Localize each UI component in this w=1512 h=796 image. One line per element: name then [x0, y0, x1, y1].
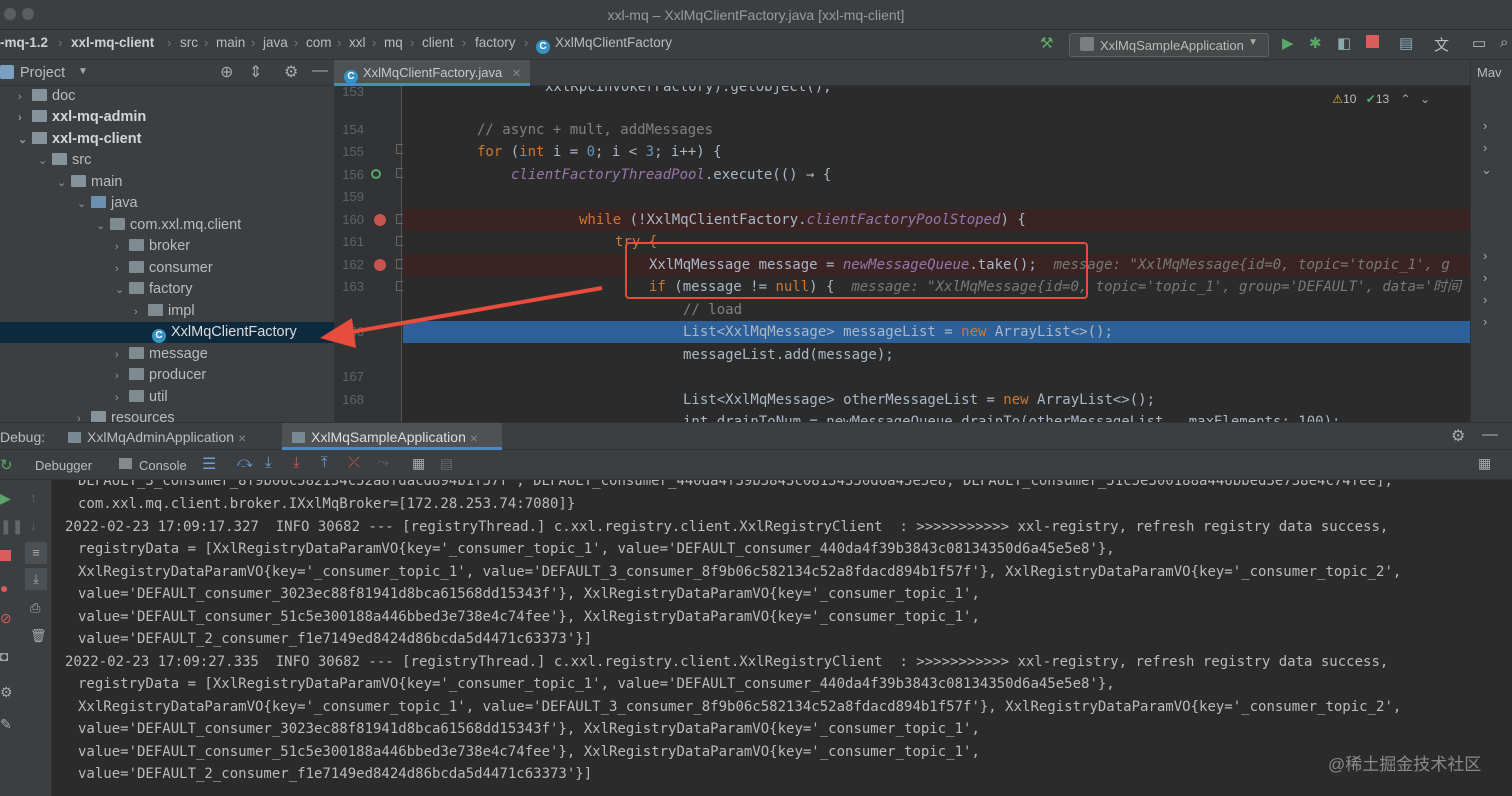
- pin-icon[interactable]: ✎: [0, 716, 12, 733]
- mute-breakpoints-icon[interactable]: ⊘: [0, 610, 12, 627]
- tab-debug-sample[interactable]: XxlMqSampleApplication ✕: [292, 429, 478, 445]
- application-icon: [292, 432, 305, 443]
- print-icon[interactable]: ⎙: [30, 600, 40, 616]
- arrow-up-icon[interactable]: ↑: [30, 490, 37, 505]
- chevron-right-icon[interactable]: ›: [1483, 270, 1487, 285]
- console-output[interactable]: DEFAULT_3_consumer_8f9b06c582134c52a8fda…: [53, 480, 1512, 796]
- trace-icon[interactable]: ▤: [440, 455, 453, 472]
- debug-side-toolbar: ▶ ❚❚ ● ⊘ ◘ ⚙ ✎ ↑ ↓ ≡ ⤓ ⎙ 🗑: [0, 480, 52, 796]
- trash-icon[interactable]: 🗑: [30, 628, 47, 644]
- close-icon: ✕: [237, 434, 247, 445]
- console-line: 2022-02-23 17:09:17.327 INFO 30682 --- […: [65, 519, 1389, 535]
- debug-toolbar: ↻ Debugger Console ☰ ⤼ ⤓ ⤓ ⤒ ⤫ ⤳ ▦ ▤ ▦: [0, 450, 1512, 480]
- console-line: value='DEFAULT_consumer_51c5e300188a446b…: [78, 744, 980, 760]
- view-breakpoints-icon[interactable]: ●: [0, 580, 8, 596]
- chevron-right-icon[interactable]: ›: [1483, 140, 1487, 155]
- gear-icon[interactable]: ⚙: [0, 684, 13, 701]
- maven-tab[interactable]: Mav: [1477, 65, 1502, 80]
- console-line: value='DEFAULT_2_consumer_f1e7149ed8424d…: [78, 766, 593, 782]
- arrow-down-icon[interactable]: ↓: [30, 518, 37, 533]
- watermark: @稀土掘金技术社区: [1328, 755, 1482, 774]
- console-icon: [119, 458, 132, 469]
- console-line: registryData = [XxlRegistryDataParamVO{k…: [78, 676, 1115, 692]
- tab-console[interactable]: Console: [139, 458, 187, 473]
- chevron-right-icon[interactable]: ›: [1483, 292, 1487, 307]
- console-line: value='DEFAULT_2_consumer_f1e7149ed8424d…: [78, 631, 593, 647]
- drop-frame-icon[interactable]: ⤫: [348, 454, 360, 471]
- step-out-icon[interactable]: ⤒: [321, 454, 328, 471]
- soft-wrap-icon[interactable]: ≡: [25, 542, 47, 564]
- menu-icon[interactable]: ☰: [202, 454, 216, 474]
- console-line: 2022-02-23 17:09:27.335 INFO 30682 --- […: [65, 654, 1389, 670]
- stop-icon[interactable]: [0, 550, 11, 561]
- scroll-to-end-icon[interactable]: ⤓: [25, 568, 47, 590]
- camera-icon[interactable]: ◘: [0, 648, 8, 664]
- hide-icon[interactable]: —: [1482, 426, 1498, 444]
- pause-icon[interactable]: ❚❚: [0, 518, 23, 535]
- console-line: DEFAULT_3_consumer_8f9b06c582134c52a8fda…: [78, 480, 1393, 489]
- tab-debugger[interactable]: Debugger: [35, 458, 92, 473]
- run-to-cursor-icon[interactable]: ⤳: [377, 454, 389, 471]
- console-line: value='DEFAULT_consumer_51c5e300188a446b…: [78, 609, 980, 625]
- application-icon: [68, 432, 81, 443]
- gear-icon[interactable]: ⚙: [1451, 426, 1465, 446]
- right-tool-strip: Mav › › ⌄ › › › ›: [1470, 60, 1512, 422]
- console-line: value='DEFAULT_consumer_3023ec88f81941d8…: [78, 721, 980, 737]
- force-step-into-icon[interactable]: ⤓: [293, 454, 300, 471]
- debug-panel-header: Debug: XxlMqAdminApplication ✕ XxlMqSamp…: [0, 422, 1512, 450]
- console-line: registryData = [XxlRegistryDataParamVO{k…: [78, 541, 1115, 557]
- close-icon: ✕: [469, 434, 479, 445]
- chevron-right-icon[interactable]: ›: [1483, 314, 1487, 329]
- console-line: XxlRegistryDataParamVO{key='_consumer_to…: [78, 699, 1402, 715]
- resume-icon[interactable]: ▶: [0, 490, 11, 507]
- console-line: value='DEFAULT_consumer_3023ec88f81941d8…: [78, 586, 980, 602]
- layout-icon[interactable]: ▦: [1478, 455, 1491, 472]
- chevron-right-icon[interactable]: ›: [1483, 118, 1487, 133]
- tab-debug-admin[interactable]: XxlMqAdminApplication ✕: [68, 429, 246, 445]
- console-line: com.xxl.mq.client.broker.IXxlMqBroker=[1…: [78, 496, 576, 512]
- debug-label: Debug:: [0, 429, 46, 445]
- evaluate-icon[interactable]: ▦: [412, 455, 425, 472]
- step-over-icon[interactable]: ⤼: [237, 454, 253, 471]
- rerun-icon[interactable]: ↻: [0, 456, 13, 474]
- console-line: XxlRegistryDataParamVO{key='_consumer_to…: [78, 564, 1402, 580]
- step-into-icon[interactable]: ⤓: [265, 454, 272, 471]
- chevron-down-icon[interactable]: ⌄: [1481, 162, 1492, 178]
- chevron-right-icon[interactable]: ›: [1483, 248, 1487, 263]
